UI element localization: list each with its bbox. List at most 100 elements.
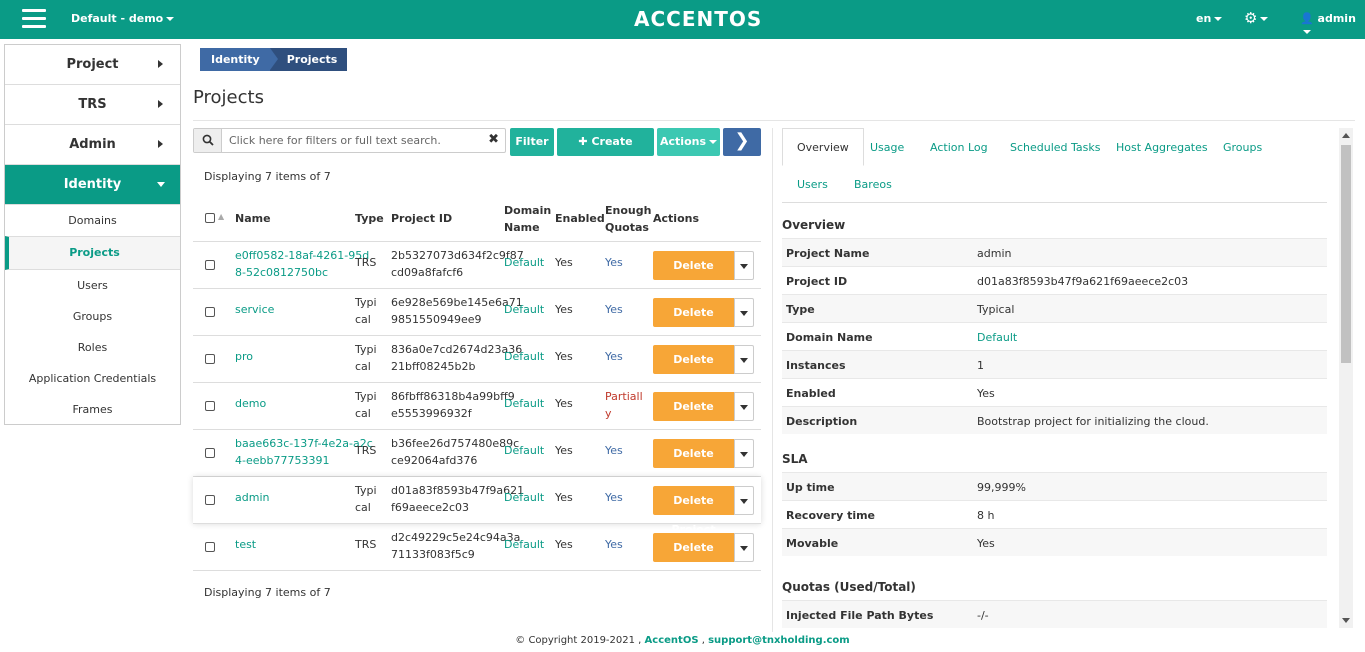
create-project-button[interactable]: ✚ Create Project (557, 128, 654, 176)
project-name-link[interactable]: admin (235, 491, 269, 504)
quotas-value[interactable]: Yes (605, 538, 623, 551)
domain-link[interactable]: Default (504, 491, 544, 504)
quotas-value-cont[interactable]: y (605, 407, 612, 420)
domain-link[interactable]: Default (504, 303, 544, 316)
table-row[interactable]: admin Typi cal d01a83f8593b47f9a621 f69aeece… (193, 477, 761, 536)
col-domain-1[interactable]: Domain (504, 204, 551, 217)
filter-button[interactable]: Filter (510, 128, 554, 156)
delete-project-button[interactable]: Delete Project (653, 298, 734, 348)
quotas-value[interactable]: Yes (605, 303, 623, 316)
delete-project-button[interactable]: Delete Project (653, 251, 734, 301)
row-checkbox[interactable] (205, 495, 215, 505)
sidebar-item-project[interactable]: Project (5, 45, 180, 85)
sidebar-subitem-frames[interactable]: Frames (5, 394, 180, 425)
row-actions-dropdown[interactable] (734, 345, 754, 374)
table-row[interactable]: e0ff0582-18af-4261-95d 8-52c0812750bc TRS 2… (193, 242, 761, 301)
accentos-link[interactable]: AccentOS (645, 635, 699, 646)
domain-link[interactable]: Default (977, 331, 1017, 344)
detail-scrollbar[interactable] (1339, 128, 1353, 628)
domain-link[interactable]: Default (504, 538, 544, 551)
row-checkbox[interactable] (205, 542, 215, 552)
project-selector[interactable]: Default - demo (71, 12, 175, 25)
row-checkbox[interactable] (205, 307, 215, 317)
tab-action-log[interactable]: Action Log (930, 141, 988, 154)
project-name-link[interactable]: service (235, 303, 274, 316)
tab-users[interactable]: Users (797, 178, 828, 191)
project-name-link[interactable]: demo (235, 397, 266, 410)
tab-host-aggregates[interactable]: Host Aggregates (1116, 141, 1208, 154)
table-row[interactable]: baae663c-137f-4e2a-a2c 4-eebb77753391 TRS b… (193, 430, 761, 489)
project-name-link-cont[interactable]: 8-52c0812750bc (235, 266, 328, 279)
delete-project-button[interactable]: Delete Project (653, 533, 734, 583)
clear-search-icon[interactable]: ✖ (488, 132, 499, 147)
menu-icon[interactable] (22, 9, 46, 29)
col-quotas-2[interactable]: Quotas (605, 221, 649, 234)
delete-project-button[interactable]: Delete Project (653, 345, 734, 395)
table-row[interactable]: pro Typi cal 836a0e7cd2674d23a36 21bff08245b… (193, 336, 761, 395)
select-all-checkbox[interactable] (205, 213, 215, 223)
row-actions-dropdown[interactable] (734, 486, 754, 515)
row-checkbox[interactable] (205, 260, 215, 270)
col-type[interactable]: Type (355, 212, 384, 225)
sidebar-subitem-application-credentials[interactable]: Application Credentials (5, 363, 180, 394)
support-email-link[interactable]: support@tnxholding.com (708, 635, 850, 646)
delete-project-button[interactable]: Delete Project (653, 486, 734, 536)
table-row[interactable]: demo Typi cal 86fbff86318b4a99bff9 e55539969… (193, 383, 761, 442)
col-project-id[interactable]: Project ID (391, 212, 452, 225)
language-selector[interactable]: en (1196, 12, 1223, 25)
quotas-value[interactable]: Partiall (605, 390, 643, 403)
sort-icon[interactable]: ▲ (218, 212, 224, 221)
breadcrumb-identity[interactable]: Identity (200, 48, 278, 71)
col-name[interactable]: Name (235, 212, 271, 225)
delete-project-button[interactable]: Delete Project (653, 392, 734, 442)
next-button[interactable]: ❯ (723, 128, 761, 156)
domain-link[interactable]: Default (504, 444, 544, 457)
tab-scheduled-tasks[interactable]: Scheduled Tasks (1010, 141, 1101, 154)
col-quotas-1[interactable]: Enough (605, 204, 651, 217)
sidebar-subitem-groups[interactable]: Groups (5, 301, 180, 332)
project-name-link[interactable]: baae663c-137f-4e2a-a2c (235, 437, 373, 450)
delete-project-button[interactable]: Delete Project (653, 439, 734, 489)
tab-bareos[interactable]: Bareos (854, 178, 892, 191)
sidebar-subitem-users[interactable]: Users (5, 270, 180, 301)
project-name-link-cont[interactable]: 4-eebb77753391 (235, 454, 329, 467)
settings-dropdown[interactable]: ⚙ (1244, 9, 1269, 27)
row-checkbox[interactable] (205, 354, 215, 364)
row-checkbox[interactable] (205, 401, 215, 411)
sidebar-item-identity[interactable]: Identity (5, 165, 180, 205)
row-actions-dropdown[interactable] (734, 533, 754, 562)
row-actions-dropdown[interactable] (734, 392, 754, 421)
actions-dropdown-button[interactable]: Actions (657, 128, 720, 156)
domain-link[interactable]: Default (504, 350, 544, 363)
project-name-link[interactable]: pro (235, 350, 253, 363)
project-name-link[interactable]: e0ff0582-18af-4261-95d (235, 249, 369, 262)
tab-groups[interactable]: Groups (1223, 141, 1262, 154)
col-domain-2[interactable]: Name (504, 221, 540, 234)
domain-link[interactable]: Default (504, 256, 544, 269)
scroll-thumb[interactable] (1341, 145, 1351, 363)
sidebar-subitem-domains[interactable]: Domains (5, 205, 180, 236)
table-row[interactable]: service Typi cal 6e928e569be145e6a71 9851550… (193, 289, 761, 348)
sidebar-subitem-roles[interactable]: Roles (5, 332, 180, 363)
quotas-value[interactable]: Yes (605, 256, 623, 269)
row-actions-dropdown[interactable] (734, 251, 754, 280)
sidebar-item-admin[interactable]: Admin (5, 125, 180, 165)
search-input[interactable]: Click here for filters or full text sear… (193, 128, 506, 153)
row-actions-dropdown[interactable] (734, 298, 754, 327)
row-actions-dropdown[interactable] (734, 439, 754, 468)
col-enabled[interactable]: Enabled (555, 212, 605, 225)
scroll-up-icon[interactable] (1342, 133, 1350, 138)
sidebar-item-trs[interactable]: TRS (5, 85, 180, 125)
quotas-value[interactable]: Yes (605, 491, 623, 504)
user-menu[interactable]: 👤 admin (1300, 12, 1365, 38)
tab-usage[interactable]: Usage (870, 141, 904, 154)
project-name-link[interactable]: test (235, 538, 256, 551)
tab-overview[interactable]: Overview (782, 128, 864, 166)
sidebar-subitem-projects[interactable]: Projects (5, 236, 180, 270)
domain-link[interactable]: Default (504, 397, 544, 410)
quotas-value[interactable]: Yes (605, 444, 623, 457)
scroll-down-icon[interactable] (1342, 618, 1350, 623)
table-row[interactable]: test TRS d2c49229c5e24c94a3a 71133f083f5c9 D… (193, 524, 761, 583)
quotas-value[interactable]: Yes (605, 350, 623, 363)
row-checkbox[interactable] (205, 448, 215, 458)
